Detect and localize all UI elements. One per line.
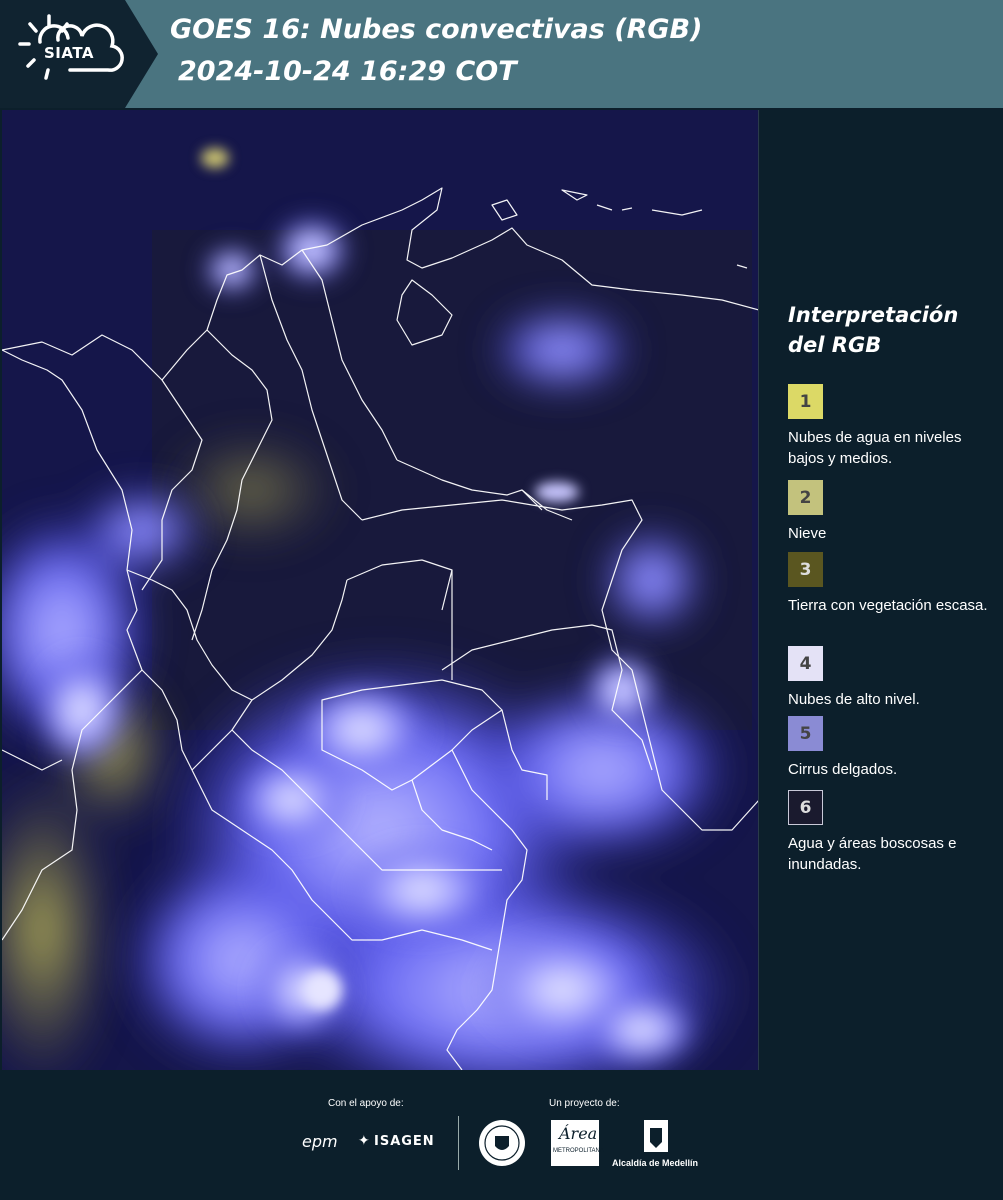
legend-label: Tierra con vegetación escasa.	[788, 597, 988, 614]
footer: Con el apoyo de: Un proyecto de: epm ✦ I…	[0, 1070, 1003, 1200]
legend-item: 1 Nubes de agua en niveles bajos y medios…	[788, 384, 993, 469]
legend-label: Nubes de alto nivel.	[788, 691, 920, 708]
legend-item: 6 Agua y áreas boscosas e inundadas.	[788, 790, 993, 875]
legend-item: 5 Cirrus delgados.	[788, 716, 993, 780]
page-root: SIATA GOES 16: Nubes convectivas (RGB) 2…	[0, 0, 1003, 1200]
legend-label: Nieve	[788, 525, 827, 542]
legend-title: Interpretación del RGB	[788, 300, 988, 360]
support-caption: Con el apoyo de:	[328, 1098, 404, 1109]
epm-logo: epm	[302, 1132, 338, 1151]
footer-divider	[458, 1116, 459, 1170]
isagen-logo: ISAGEN	[374, 1134, 435, 1149]
legend-swatch: 2	[788, 480, 823, 515]
legend-label: Cirrus delgados.	[788, 761, 898, 778]
siata-logo: SIATA	[0, 0, 160, 108]
legend-swatch: 3	[788, 552, 823, 587]
medellin-seal-icon	[479, 1120, 525, 1166]
alcaldia-emblem-icon	[644, 1120, 668, 1152]
area-metropolitana-logo: Área METROPOLITANA	[551, 1120, 604, 1166]
isagen-logo-icon: ✦	[358, 1132, 370, 1148]
project-caption: Un proyecto de:	[549, 1098, 620, 1109]
legend-item: 4 Nubes de alto nivel.	[788, 646, 993, 710]
area-logo-text: Área	[559, 1124, 598, 1143]
legend-item: 3 Tierra con vegetación escasa.	[788, 552, 993, 616]
map-image	[2, 110, 758, 1070]
legend-label: Agua y áreas boscosas e inundadas.	[788, 835, 957, 873]
area-logo-subtext: METROPOLITANA	[553, 1148, 604, 1154]
legend-swatch: 5	[788, 716, 823, 751]
page-title: GOES 16: Nubes convectivas (RGB)	[170, 14, 703, 45]
legend-label: Nubes de agua en niveles bajos y medios.	[788, 429, 962, 467]
page-timestamp: 2024-10-24 16:29 COT	[178, 56, 517, 87]
logo-text: SIATA	[44, 44, 95, 62]
header-bar: SIATA GOES 16: Nubes convectivas (RGB) 2…	[0, 0, 1003, 108]
alcaldia-logo-text: Alcaldía de Medellín	[612, 1158, 699, 1168]
legend-title-line1: Interpretación	[788, 303, 959, 327]
legend-title-line2: del RGB	[788, 333, 882, 357]
legend-item: 2 Nieve	[788, 480, 993, 544]
legend-panel: Interpretación del RGB 1 Nubes de agua en…	[770, 110, 1000, 1070]
legend-swatch: 4	[788, 646, 823, 681]
legend-swatch: 6	[788, 790, 823, 825]
satellite-map[interactable]	[2, 110, 759, 1070]
legend-swatch: 1	[788, 384, 823, 419]
